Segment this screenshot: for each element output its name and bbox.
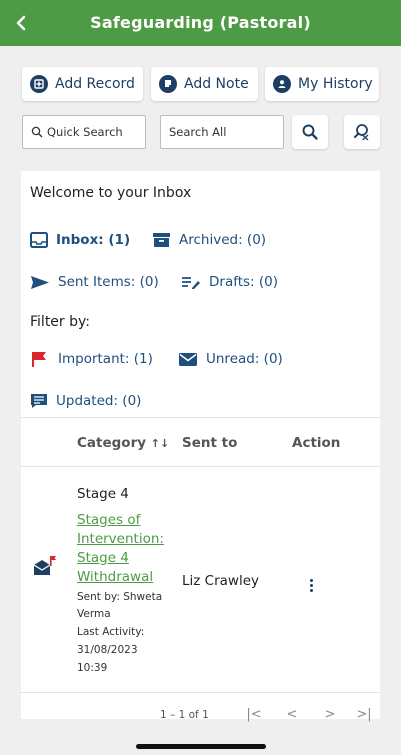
unread-filter[interactable]: Unread: (0)	[178, 351, 283, 367]
flag-icon	[32, 352, 46, 367]
updated-icon	[31, 394, 47, 408]
quick-search-input[interactable]: Quick Search	[22, 115, 146, 149]
inbox-label: Inbox: (1)	[56, 232, 131, 248]
last-activity-date: 31/08/2023	[77, 644, 138, 656]
divider	[21, 692, 380, 693]
add-record-label: Add Record	[55, 76, 135, 92]
envelope-icon	[179, 353, 197, 366]
previous-page-button[interactable]: <	[283, 707, 301, 722]
inbox-card: Welcome to your Inbox Inbox: (1) Archive…	[21, 171, 380, 722]
search-all-input[interactable]: Search All	[160, 115, 284, 149]
archived-link[interactable]: Archived: (0)	[152, 232, 266, 248]
updated-filter[interactable]: Updated: (0)	[30, 393, 141, 409]
read-important-message-icon	[33, 556, 56, 575]
sent-to-column-header: Sent to	[182, 435, 238, 451]
add-record-button[interactable]: Add Record	[22, 67, 143, 101]
important-filter[interactable]: Important: (1)	[30, 351, 153, 367]
archive-icon	[153, 233, 170, 247]
row-stage: Stage 4	[77, 486, 129, 502]
last-activity-time: 10:39	[77, 662, 108, 674]
filter-by-label: Filter by:	[30, 314, 90, 330]
user-icon	[273, 75, 291, 93]
first-page-button[interactable]: |<	[245, 707, 263, 722]
app-header: Safeguarding (Pastoral)	[0, 0, 401, 46]
note-icon	[159, 75, 177, 93]
add-note-button[interactable]: Add Note	[151, 67, 258, 101]
pagination-range: 1 – 1 of 1	[160, 709, 209, 721]
sent-by-text: Sent by: Shweta Verma	[77, 591, 163, 620]
last-activity-label: Last Activity:	[77, 626, 145, 638]
search-button[interactable]	[292, 115, 328, 149]
divider	[21, 417, 380, 418]
sent-to-name: Liz Crawley	[182, 573, 259, 589]
unread-label: Unread: (0)	[206, 351, 283, 367]
my-history-button[interactable]: My History	[265, 67, 379, 101]
search-all-placeholder: Search All	[169, 125, 227, 139]
inbox-welcome-title: Welcome to your Inbox	[30, 185, 192, 201]
action-column-header: Action	[292, 435, 341, 451]
sort-icon[interactable]: ↑↓	[151, 437, 169, 450]
inbox-link[interactable]: Inbox: (1)	[30, 232, 130, 248]
add-record-icon	[30, 75, 48, 93]
important-label: Important: (1)	[58, 351, 153, 367]
row-actions-menu-icon[interactable]	[301, 575, 321, 595]
search-icon	[302, 124, 318, 140]
updated-label: Updated: (0)	[56, 393, 142, 409]
next-page-button[interactable]: >	[321, 707, 339, 722]
clear-search-button[interactable]	[344, 115, 380, 149]
archived-label: Archived: (0)	[179, 232, 267, 248]
drafts-label: Drafts: (0)	[209, 274, 279, 290]
inbox-icon	[30, 232, 48, 248]
my-history-label: My History	[298, 76, 373, 92]
search-icon	[31, 126, 43, 138]
sent-items-label: Sent Items: (0)	[58, 274, 159, 290]
search-clear-icon	[354, 124, 369, 141]
divider	[21, 466, 380, 467]
category-column-header[interactable]: Category ↑↓	[77, 435, 169, 451]
drafts-link[interactable]: Drafts: (0)	[181, 274, 278, 290]
last-page-button[interactable]: >|	[355, 707, 373, 722]
home-indicator	[136, 744, 266, 749]
record-link[interactable]: Stages of Intervention: Stage 4 Withdraw…	[77, 511, 169, 587]
page-title: Safeguarding (Pastoral)	[90, 13, 311, 32]
sent-items-link[interactable]: Sent Items: (0)	[30, 274, 159, 290]
drafts-icon	[182, 276, 200, 289]
add-note-label: Add Note	[184, 76, 249, 92]
send-icon	[31, 275, 49, 289]
quick-search-placeholder: Quick Search	[47, 125, 123, 139]
